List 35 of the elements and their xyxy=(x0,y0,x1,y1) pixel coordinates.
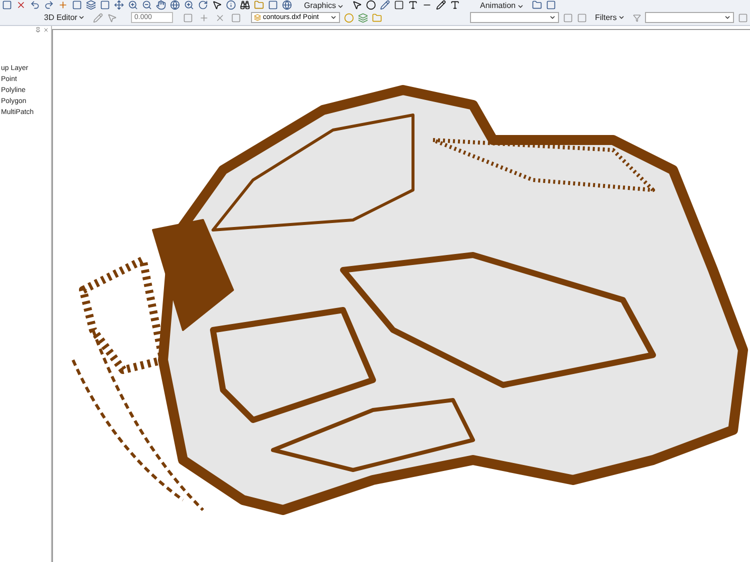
pen-icon[interactable] xyxy=(436,0,446,10)
caret-icon xyxy=(724,14,732,21)
binoculars-icon[interactable] xyxy=(240,0,250,10)
globe-icon[interactable] xyxy=(170,0,180,10)
search-icon[interactable] xyxy=(184,0,194,10)
info-icon[interactable] xyxy=(226,0,236,10)
text-icon[interactable] xyxy=(408,0,418,10)
pointer-icon[interactable] xyxy=(352,0,362,10)
rotate-icon[interactable] xyxy=(198,0,208,10)
graphics-menu[interactable]: Graphics xyxy=(300,2,348,10)
caret-icon xyxy=(618,14,625,21)
3d-editor-menu[interactable]: 3D Editor xyxy=(40,14,90,22)
close-icon[interactable] xyxy=(43,27,49,33)
folder-icon[interactable] xyxy=(254,0,264,10)
folder-icon[interactable] xyxy=(532,0,542,10)
pin-icon[interactable] xyxy=(35,27,41,33)
animation-menu[interactable]: Animation xyxy=(476,2,528,10)
close-icon[interactable] xyxy=(16,0,26,10)
pan-icon[interactable] xyxy=(114,0,124,10)
rectangle-icon[interactable] xyxy=(394,0,404,10)
pointer-icon[interactable] xyxy=(212,0,222,10)
layers-icon[interactable] xyxy=(86,0,96,10)
add-data-icon[interactable] xyxy=(58,0,68,10)
zoom-in-icon[interactable] xyxy=(128,0,138,10)
layer-icon xyxy=(254,14,261,21)
caret-icon xyxy=(548,14,556,21)
caret-icon xyxy=(78,14,86,21)
point-icon[interactable] xyxy=(366,0,376,10)
undo-icon[interactable] xyxy=(30,0,40,10)
caret-icon xyxy=(516,2,524,10)
zoom-out-icon[interactable] xyxy=(142,0,152,10)
filters-menu[interactable]: Filters xyxy=(590,14,629,22)
filter-icon[interactable] xyxy=(632,14,641,22)
redo-icon[interactable] xyxy=(44,0,54,10)
hand-icon[interactable] xyxy=(156,0,166,10)
